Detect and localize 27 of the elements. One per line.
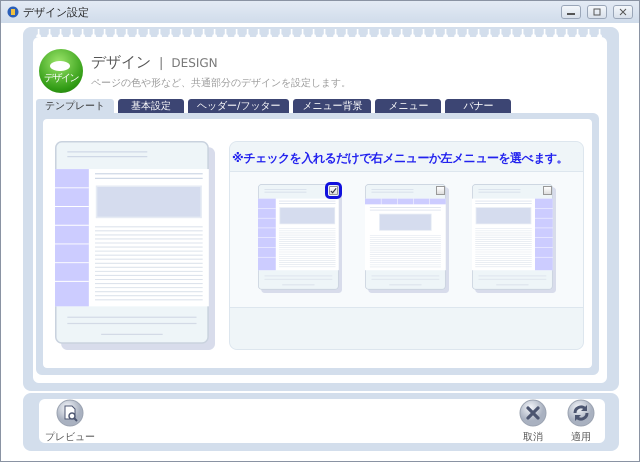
cancel-button[interactable]: 取消 bbox=[519, 398, 547, 444]
design-logo: デザイン bbox=[39, 49, 83, 93]
tab[interactable]: メニュー bbox=[375, 99, 442, 113]
tab[interactable]: テンプレート bbox=[36, 99, 114, 113]
close-icon bbox=[618, 8, 628, 16]
title-separator: | bbox=[159, 56, 164, 70]
maximize-button[interactable] bbox=[587, 5, 607, 19]
page-subtitle: DESIGN bbox=[171, 56, 218, 70]
page-title: デザイン bbox=[91, 52, 151, 72]
close-button[interactable] bbox=[613, 5, 633, 19]
window-title: デザイン設定 bbox=[23, 4, 90, 20]
apply-button[interactable]: 適用 bbox=[567, 398, 595, 444]
layout-thumbnail[interactable] bbox=[364, 184, 448, 293]
preview-button[interactable]: プレビュー bbox=[45, 398, 95, 444]
tab[interactable]: メニュー背景 bbox=[293, 99, 372, 113]
tab[interactable]: バナー bbox=[445, 99, 512, 113]
maximize-icon bbox=[592, 8, 602, 16]
layout-thumbnail[interactable] bbox=[472, 184, 556, 293]
tab[interactable]: ヘッダー/フッター bbox=[188, 99, 290, 113]
layout-thumbnail[interactable] bbox=[258, 184, 342, 293]
checkmark-icon bbox=[330, 186, 336, 194]
minimize-button[interactable] bbox=[561, 5, 581, 19]
tab[interactable]: 基本設定 bbox=[118, 99, 184, 113]
page-description: ページの色や形など、共通部分のデザインを設定します。 bbox=[91, 76, 351, 90]
close-icon bbox=[519, 398, 547, 426]
app-icon bbox=[7, 6, 19, 18]
refresh-icon bbox=[567, 398, 595, 426]
